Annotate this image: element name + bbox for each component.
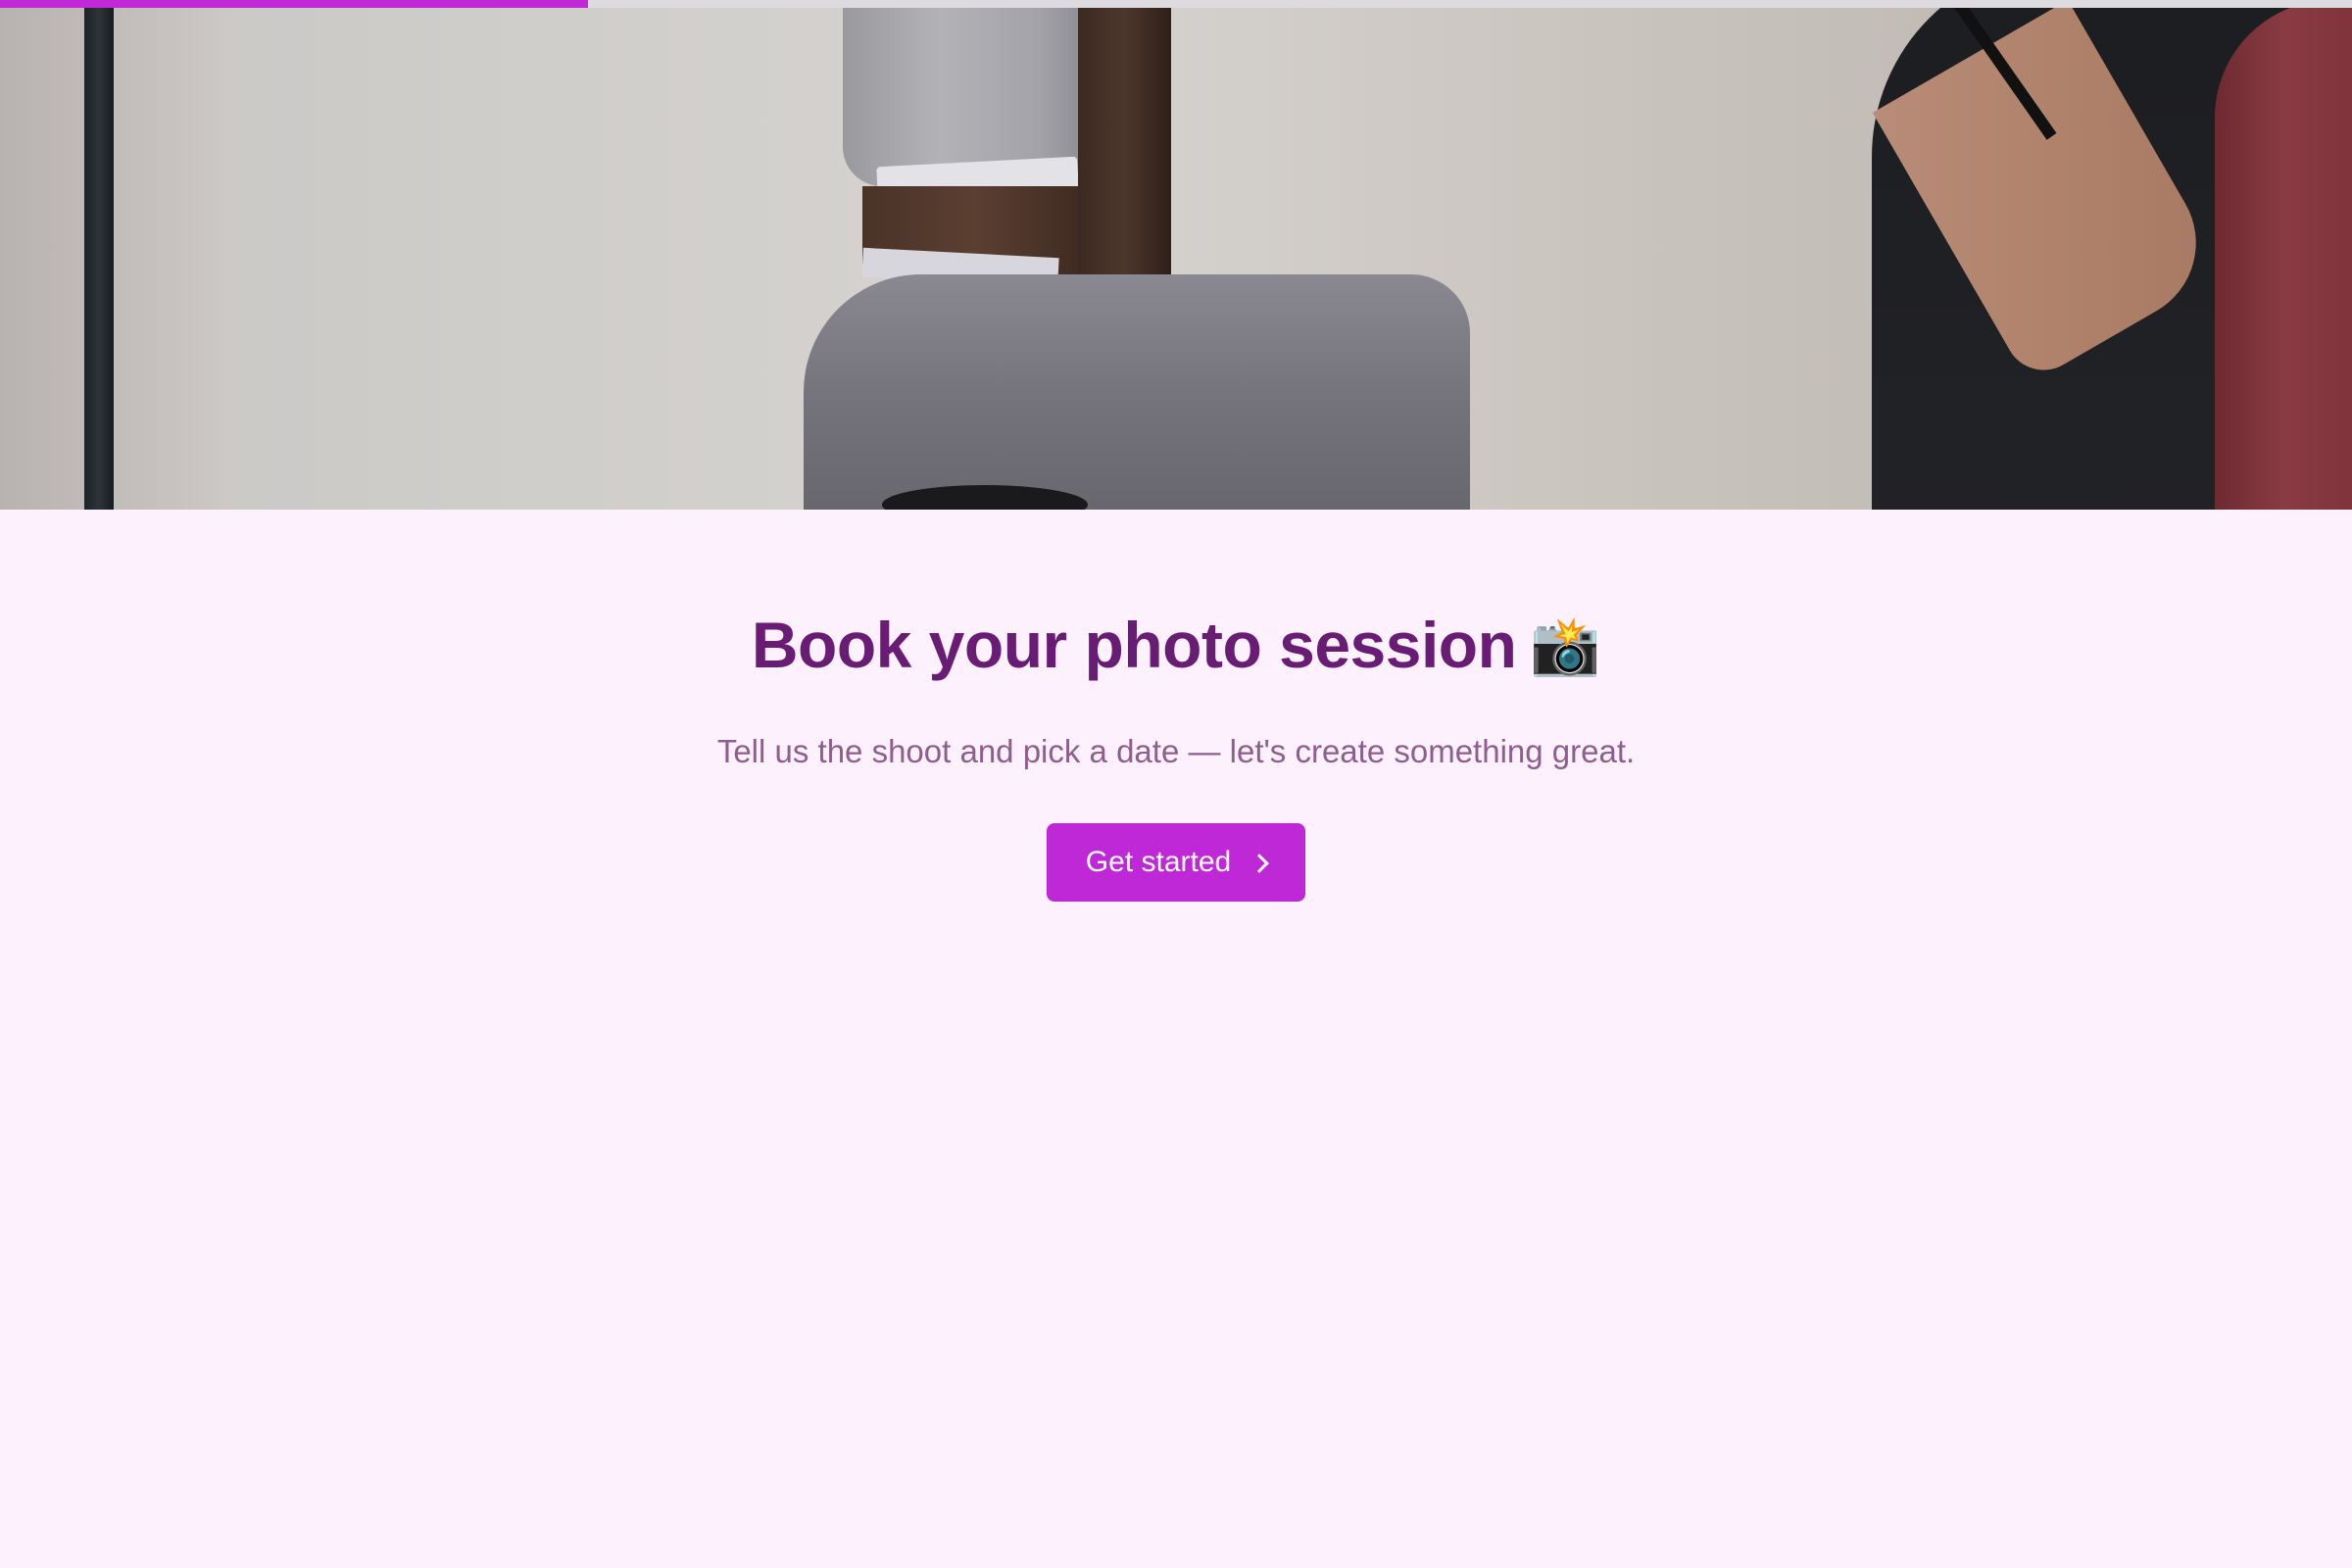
progress-bar	[0, 0, 2352, 8]
progress-bar-fill	[0, 0, 588, 8]
light-stand	[84, 0, 114, 510]
hero-image	[0, 0, 2352, 510]
camera-flash-icon: 📸	[1530, 614, 1601, 678]
chevron-right-icon	[1250, 854, 1270, 873]
model-jeans	[804, 274, 1470, 510]
page-subtitle: Tell us the shoot and pick a date — let'…	[716, 733, 1636, 769]
page-title-text: Book your photo session	[751, 609, 1517, 681]
get-started-label: Get started	[1085, 846, 1232, 878]
get-started-button[interactable]: Get started	[1047, 823, 1305, 902]
page-title: Book your photo session 📸	[0, 608, 2352, 682]
